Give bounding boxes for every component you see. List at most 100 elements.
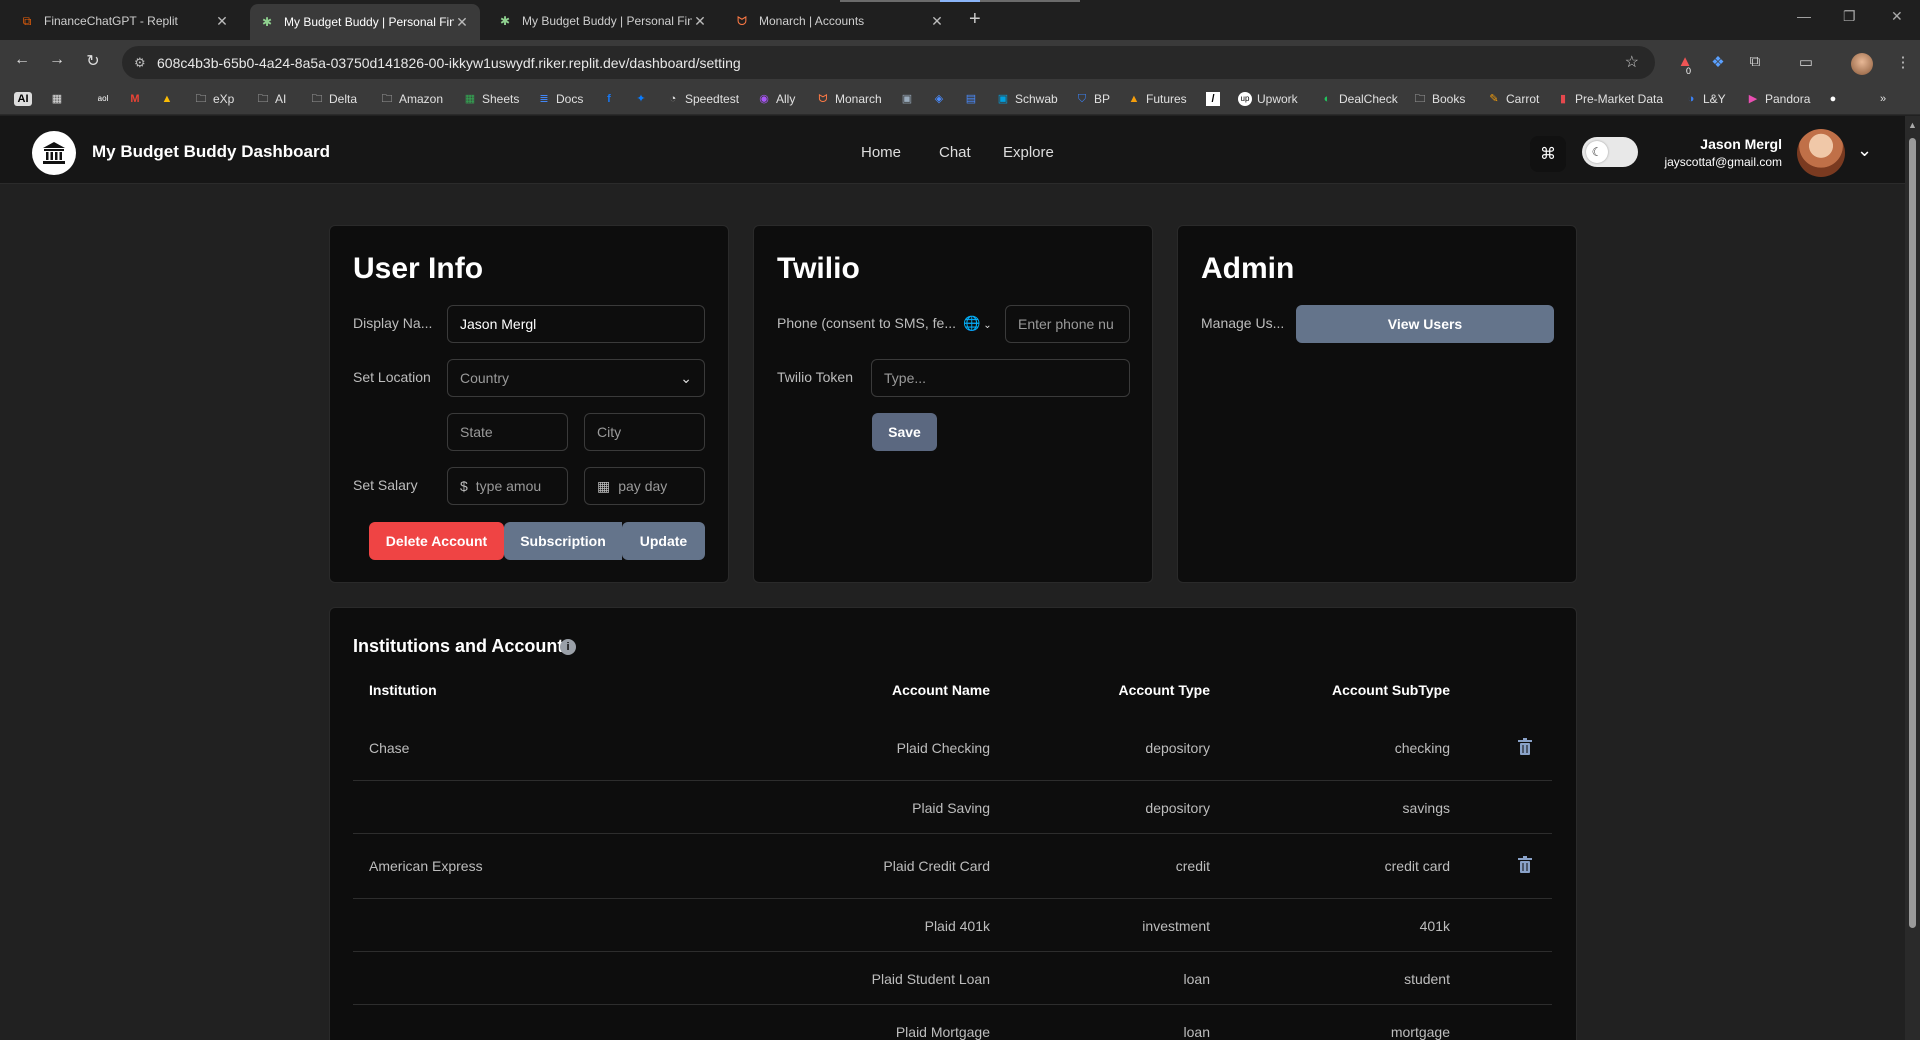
browser-tab-budget-buddy[interactable]: ✱ My Budget Buddy | Personal Fin ✕: [488, 6, 718, 36]
bookmark-upwork[interactable]: up Upwork: [1238, 92, 1298, 106]
bookmark-folder-ai[interactable]: 🗀 AI: [256, 92, 287, 106]
twilio-token-input[interactable]: Type...: [871, 359, 1130, 397]
subscription-button[interactable]: Subscription: [504, 522, 622, 560]
twilio-token-label: Twilio Token: [777, 369, 854, 385]
bookmark-folder-books[interactable]: 🗀 Books: [1413, 92, 1466, 106]
moon-icon: ☾: [1586, 141, 1608, 163]
back-icon[interactable]: ←: [11, 51, 33, 69]
bookmark-speedtest[interactable]: ◔ Speedtest: [666, 92, 739, 106]
new-tab-icon[interactable]: +: [969, 8, 981, 31]
bookmark-ly[interactable]: ◑ L&Y: [1684, 92, 1726, 106]
reload-icon[interactable]: ↻: [82, 51, 104, 71]
restore-icon[interactable]: ❐: [1843, 8, 1856, 25]
bookmark-icon-2[interactable]: ◈: [932, 92, 951, 106]
drive-icon[interactable]: ▲: [160, 92, 179, 106]
close-icon[interactable]: ✕: [214, 13, 230, 30]
bookmark-bp[interactable]: ⛉ BP: [1075, 92, 1110, 106]
admin-card: Admin Manage Us... View Users: [1177, 225, 1577, 583]
extensions-puzzle-icon[interactable]: ⧉: [1745, 53, 1765, 73]
bookmark-folder-amazon[interactable]: 🗀 Amazon: [380, 92, 444, 106]
site-info-icon[interactable]: ⚙: [134, 55, 146, 71]
bookmark-monarch[interactable]: ᗢ Monarch: [816, 92, 881, 106]
accounts-title: Institutions and Accounts: [353, 636, 574, 656]
close-icon[interactable]: ✕: [454, 14, 470, 31]
close-icon[interactable]: ✕: [929, 13, 945, 30]
salary-label: Set Salary: [353, 477, 418, 493]
bookmark-folder-exp[interactable]: 🗀 eXp: [194, 92, 235, 106]
browser-profile-avatar[interactable]: [1851, 53, 1873, 75]
bookmark-dealcheck[interactable]: ◐ DealCheck: [1320, 92, 1398, 106]
dark-mode-toggle[interactable]: ☾: [1582, 137, 1638, 167]
facebook-icon[interactable]: f: [602, 92, 621, 106]
minimize-icon[interactable]: —: [1797, 8, 1811, 24]
messenger-icon[interactable]: ✦: [634, 92, 653, 106]
country-select[interactable]: Country ⌄: [447, 359, 705, 397]
view-users-button[interactable]: View Users: [1296, 305, 1554, 343]
chevron-down-icon: ⌄: [980, 320, 992, 331]
close-icon[interactable]: ✕: [692, 13, 708, 30]
bookmark-schwab[interactable]: ▣ Schwab: [996, 92, 1058, 106]
bookmark-carrot[interactable]: ✎ Carrot: [1487, 92, 1539, 106]
scrollbar-thumb[interactable]: [1909, 138, 1916, 928]
github-button[interactable]: ⌘: [1530, 136, 1566, 172]
futures-icon: ▲: [1128, 93, 1140, 105]
bookmark-icon-3[interactable]: ▤: [964, 92, 983, 106]
address-bar[interactable]: ⚙ 608c4b3b-65b0-4a24-8a5a-03750d141826-0…: [122, 46, 1655, 79]
table-row: Plaid Mortgage loan mortgage: [353, 1005, 1552, 1040]
browser-tab-budget-buddy-active[interactable]: ✱ My Budget Buddy | Personal Fin ✕: [250, 4, 480, 40]
bookmark-star-icon[interactable]: ☆: [1625, 52, 1639, 72]
close-window-icon[interactable]: ✕: [1891, 8, 1903, 25]
payday-input[interactable]: ▦ pay day: [584, 467, 705, 505]
nav-home[interactable]: Home: [861, 144, 901, 161]
extension-icon[interactable]: ❖: [1708, 53, 1728, 73]
scroll-up-icon[interactable]: ▲: [1908, 120, 1917, 130]
delete-account-button[interactable]: Delete Account: [369, 522, 504, 560]
bookmark-futures[interactable]: ▲ Futures: [1127, 92, 1187, 106]
display-name-input[interactable]: Jason Mergl: [447, 305, 705, 343]
extension-icon[interactable]: ▲: [1675, 53, 1695, 73]
bookmark-ally[interactable]: ◉ Ally: [757, 92, 795, 106]
bookmark-pandora[interactable]: ▶ Pandora: [1746, 92, 1811, 106]
city-input[interactable]: City: [584, 413, 705, 451]
page-scrollbar[interactable]: ▲: [1905, 116, 1920, 1040]
display-name-label: Display Na...: [353, 315, 433, 331]
more-bookmarks-icon[interactable]: »: [1876, 92, 1895, 106]
trash-icon[interactable]: [1517, 738, 1533, 756]
bookmark-icon-4[interactable]: /: [1206, 92, 1225, 106]
upwork-icon: up: [1238, 92, 1252, 106]
cell-account-subtype: mortgage: [1390, 1024, 1450, 1040]
apps-grid-icon[interactable]: ▦: [50, 92, 69, 106]
forward-icon[interactable]: →: [46, 51, 68, 69]
info-icon[interactable]: i: [560, 639, 576, 655]
calendar-icon: ▦: [597, 477, 611, 494]
menu-kebab-icon[interactable]: ⋮: [1893, 53, 1913, 73]
user-info-title: User Info: [353, 252, 484, 285]
salary-amount-input[interactable]: $ type amou: [447, 467, 568, 505]
bookmark-icon-5[interactable]: ●: [1826, 92, 1845, 106]
gmail-icon[interactable]: M: [128, 92, 147, 106]
nav-chat[interactable]: Chat: [939, 144, 971, 161]
cell-account-type: loan: [1183, 971, 1210, 987]
user-email: jayscottaf@gmail.com: [1664, 155, 1782, 169]
save-button[interactable]: Save: [872, 413, 937, 451]
chevron-down-icon[interactable]: ⌄: [1857, 140, 1872, 161]
browser-tab-financechatgpt[interactable]: ⧉ FinanceChatGPT - Replit ✕: [10, 6, 240, 36]
bank-logo-icon[interactable]: [32, 131, 76, 175]
bookmark-aol[interactable]: aol: [96, 92, 115, 106]
browser-tab-monarch[interactable]: ᗢ Monarch | Accounts ✕: [725, 6, 955, 36]
app-brand-title[interactable]: My Budget Buddy Dashboard: [92, 142, 330, 162]
update-button[interactable]: Update: [622, 522, 705, 560]
bookmark-ai-badge[interactable]: AI: [14, 92, 37, 106]
trash-icon[interactable]: [1517, 856, 1533, 874]
state-input[interactable]: State: [447, 413, 568, 451]
bookmark-sheets[interactable]: ▦ Sheets: [463, 92, 520, 106]
bookmark-folder-delta[interactable]: 🗀 Delta: [310, 92, 358, 106]
bookmark-icon-1[interactable]: ▣: [900, 92, 919, 106]
user-avatar[interactable]: [1797, 129, 1845, 177]
nav-explore[interactable]: Explore: [1003, 144, 1054, 161]
side-panel-icon[interactable]: ▭: [1796, 53, 1816, 73]
country-code-selector[interactable]: 🌐 ⌄: [963, 315, 992, 332]
bookmark-premarket[interactable]: ▮ Pre-Market Data: [1556, 92, 1663, 106]
phone-input[interactable]: Enter phone nu: [1005, 305, 1130, 343]
bookmark-docs[interactable]: ≣ Docs: [537, 92, 583, 106]
